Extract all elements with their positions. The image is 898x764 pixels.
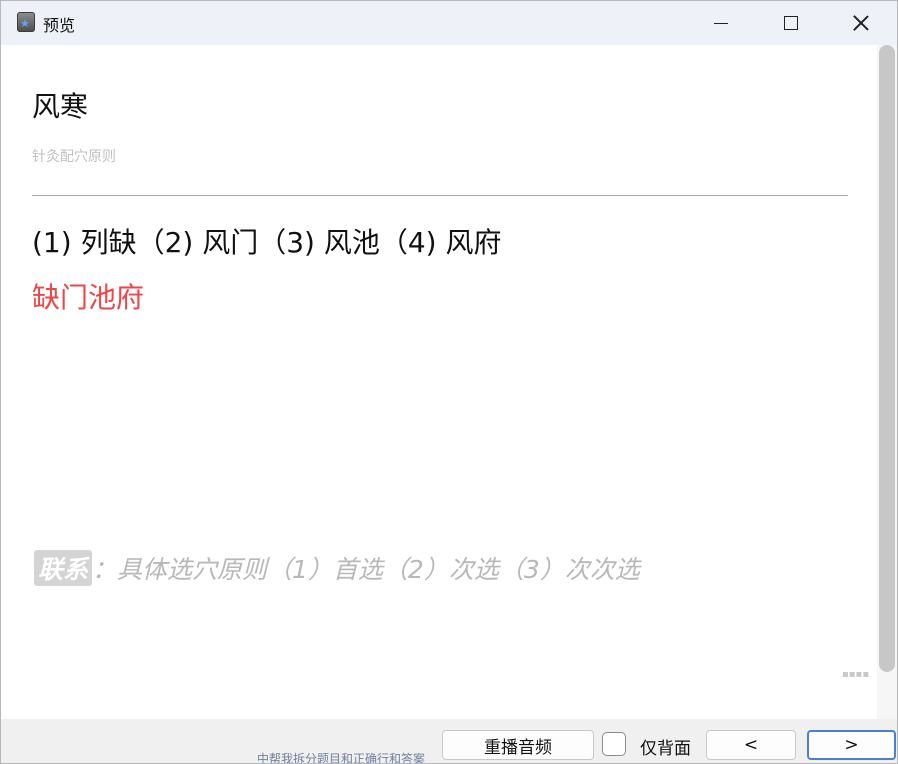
maximize-button[interactable] (756, 1, 826, 45)
back-only-label[interactable]: 仅背面 (640, 734, 691, 759)
previous-card-button[interactable]: < (706, 730, 796, 760)
close-button[interactable] (826, 1, 896, 45)
minimize-button[interactable] (686, 1, 756, 45)
front-back-divider (32, 195, 848, 196)
relation-tag: 联系 (34, 550, 93, 586)
app-icon (17, 12, 35, 32)
next-card-button[interactable]: > (807, 730, 896, 760)
relation-note: 联系 ：具体选穴原则（1）首选（2）次选（3）次次选 (34, 550, 640, 586)
vertical-scrollbar[interactable] (877, 45, 897, 719)
preview-window: 预览 风寒 针灸配穴原则 (1) 列缺（2) 风门（3) 风池（4) 风府 缺门… (0, 0, 898, 764)
close-icon (852, 14, 870, 32)
back-only-checkbox[interactable] (602, 732, 626, 756)
scrollbar-thumb[interactable] (879, 45, 895, 672)
bottom-toolbar: 中帮我拆分题目和正确行和答案 重播音频 仅背面 < > (1, 719, 897, 763)
relation-text: ：具体选穴原则（1）首选（2）次选（3）次次选 (92, 555, 640, 584)
card-subtitle: 针灸配穴原则 (32, 149, 116, 165)
card-title: 风寒 (32, 90, 89, 123)
maximize-icon (784, 16, 798, 30)
card-preview: 风寒 针灸配穴原则 (1) 列缺（2) 风门（3) 风池（4) 风府 缺门池府 … (1, 45, 877, 719)
question-text: (1) 列缺（2) 风门（3) 风池（4) 风府 (32, 226, 502, 259)
title-bar[interactable]: 预览 (1, 1, 897, 45)
replay-audio-button[interactable]: 重播音频 (442, 730, 594, 760)
minimize-icon (714, 22, 728, 24)
resize-grip-icon[interactable]: ▪▪▪▪ (842, 669, 869, 680)
answer-text: 缺门池府 (32, 281, 145, 314)
background-window-text: 中帮我拆分题目和正确行和答案 (257, 752, 426, 764)
window-title: 预览 (43, 16, 76, 35)
